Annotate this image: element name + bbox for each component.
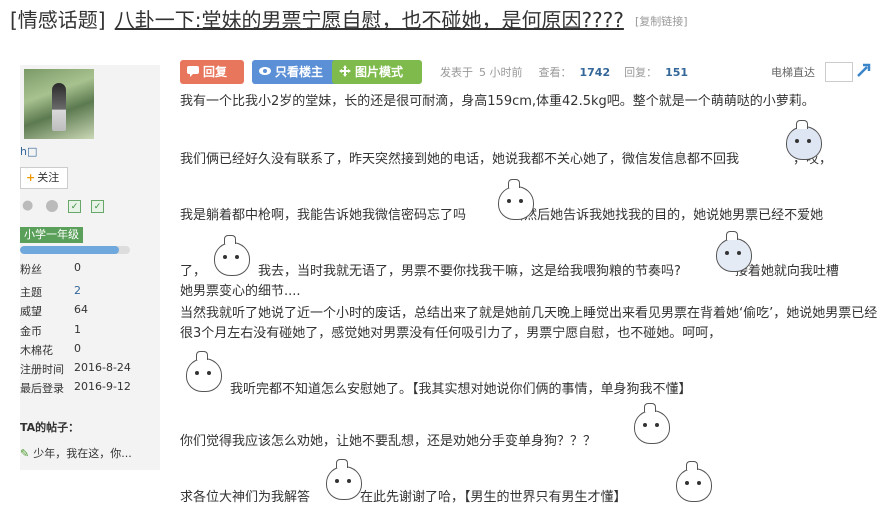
stat-fans: 粉丝 0 [20, 261, 81, 276]
replies-count: 151 [665, 66, 689, 79]
post-paragraph-2: 我们俩已经好久没有联系了，昨天突然接到她的电话，她说我都不关心她了，微信发信息都… [180, 152, 833, 167]
thread-title-bar: [情感话题] 八卦一下:堂妹的男票宁愿自慰，也不碰她，是何原因???? [复制链… [10, 4, 880, 34]
level-badge: 小学一年级 [20, 227, 83, 243]
avatar[interactable] [24, 69, 94, 139]
stat-kapok: 木棉花 0 [20, 341, 81, 357]
post-paragraph-7: 你们觉得我应该怎么劝她，让她不要乱想，还是劝她分手变单身狗？？？ [180, 434, 597, 449]
stat-register-date: 注册时间 2016-8-24 [20, 360, 131, 376]
thread-category[interactable]: [情感话题] [10, 8, 106, 32]
thread-title[interactable]: 八卦一下:堂妹的男票宁愿自慰，也不碰她，是何原因???? [115, 8, 624, 32]
ta-post-link[interactable]: ✎ 少年，我在这，你... [20, 445, 132, 461]
post-meta: 发表于 5 小时前 查看： 1742 回复： 151 [440, 64, 702, 80]
praying-emoticon-icon [320, 456, 368, 506]
stat-prestige: 威望 64 [20, 303, 88, 319]
image-mode-label: 图片模式 [355, 65, 404, 79]
crying-emoticon-icon [492, 172, 542, 224]
pencil-icon: ✎ [20, 447, 30, 460]
elevator-label: 电梯直达 [771, 66, 815, 79]
stat-topics[interactable]: 主题 2 [20, 284, 160, 303]
stat-last-login: 最后登录 2016-9-12 [20, 380, 131, 396]
author-name[interactable]: h□ [20, 145, 37, 158]
follow-button[interactable]: + 关注 [20, 167, 68, 189]
post-paragraph-6: 我听完都不知道怎么安慰她了。【我其实想对她说你们俩的事情，单身狗我不懂】 [230, 382, 692, 397]
posted-label: 发表于 [440, 66, 473, 79]
level-progress-bar [20, 246, 130, 254]
follow-label: 关注 [37, 171, 60, 184]
move-icon [338, 62, 352, 77]
author-stats: 粉丝 0 主题 2 威望 64 金币 1 木棉花 0 注册时间 2016-8-24 最后登录… [20, 261, 160, 399]
post-paragraph-4: 了， 我去，当时我就无语了，男票不要你找我干嘛，这是给我喂狗粮的节奏吗? 接着她就向… [180, 264, 839, 299]
location-icon[interactable]: ● [22, 199, 36, 213]
views-count: 1742 [579, 66, 611, 79]
sweating-emoticon-icon [182, 348, 228, 394]
plus-icon: + [26, 171, 36, 184]
replies-label: 回复： [624, 66, 658, 79]
author-icons: ● ✓ ✓ [22, 199, 104, 213]
waving-emoticon-icon [674, 458, 714, 504]
stat-gold: 金币 1 [20, 322, 81, 338]
speechless-emoticon-icon [210, 230, 256, 278]
post-paragraph-1: 我有一个比我小2岁的堂妹，长的还是很可耐滴，身高159cm,体重42.5kg吧。… [180, 94, 815, 109]
face-icon[interactable] [46, 200, 58, 212]
level-progress-fill [20, 246, 119, 254]
view-owner-only-button[interactable]: 只看楼主 [252, 60, 338, 84]
verified-icon[interactable]: ✓ [68, 200, 81, 213]
post-paragraph-5: 当然我就听了她说了近一个小时的废话，总结出来了就是她前几天晚上睡觉出来看见男票在… [180, 306, 878, 341]
verified-icon-2[interactable]: ✓ [91, 200, 104, 213]
sweat-emoticon-icon [782, 116, 834, 164]
posted-time: 5 小时前 [479, 66, 523, 79]
confused-emoticon-icon [628, 398, 676, 448]
views-label: 查看： [538, 66, 572, 79]
floor-jump-go-icon[interactable] [856, 62, 872, 82]
author-panel: h□ + 关注 ● ✓ ✓ 小学一年级 粉丝 0 主题 2 威望 64 金币 1 木棉花 0… [20, 65, 160, 470]
owner-only-label: 只看楼主 [275, 65, 324, 79]
image-mode-button[interactable]: 图片模式 [332, 60, 422, 84]
ta-post-title: 少年，我在这，你... [33, 447, 132, 460]
post-paragraph-8: 求各位大神们为我解答 在此先谢谢了哈，【男生的世界只有男生才懂】 [180, 490, 627, 505]
reply-icon [186, 62, 200, 77]
reply-label: 回复 [203, 65, 228, 79]
floor-jump-input[interactable] [825, 62, 853, 82]
sad-emoticon-icon [710, 226, 762, 276]
copy-link[interactable]: [复制链接] [635, 15, 688, 28]
reply-button[interactable]: 回复 [180, 60, 244, 84]
eye-icon [258, 62, 272, 76]
ta-posts-heading: TA的帖子： [20, 421, 80, 434]
